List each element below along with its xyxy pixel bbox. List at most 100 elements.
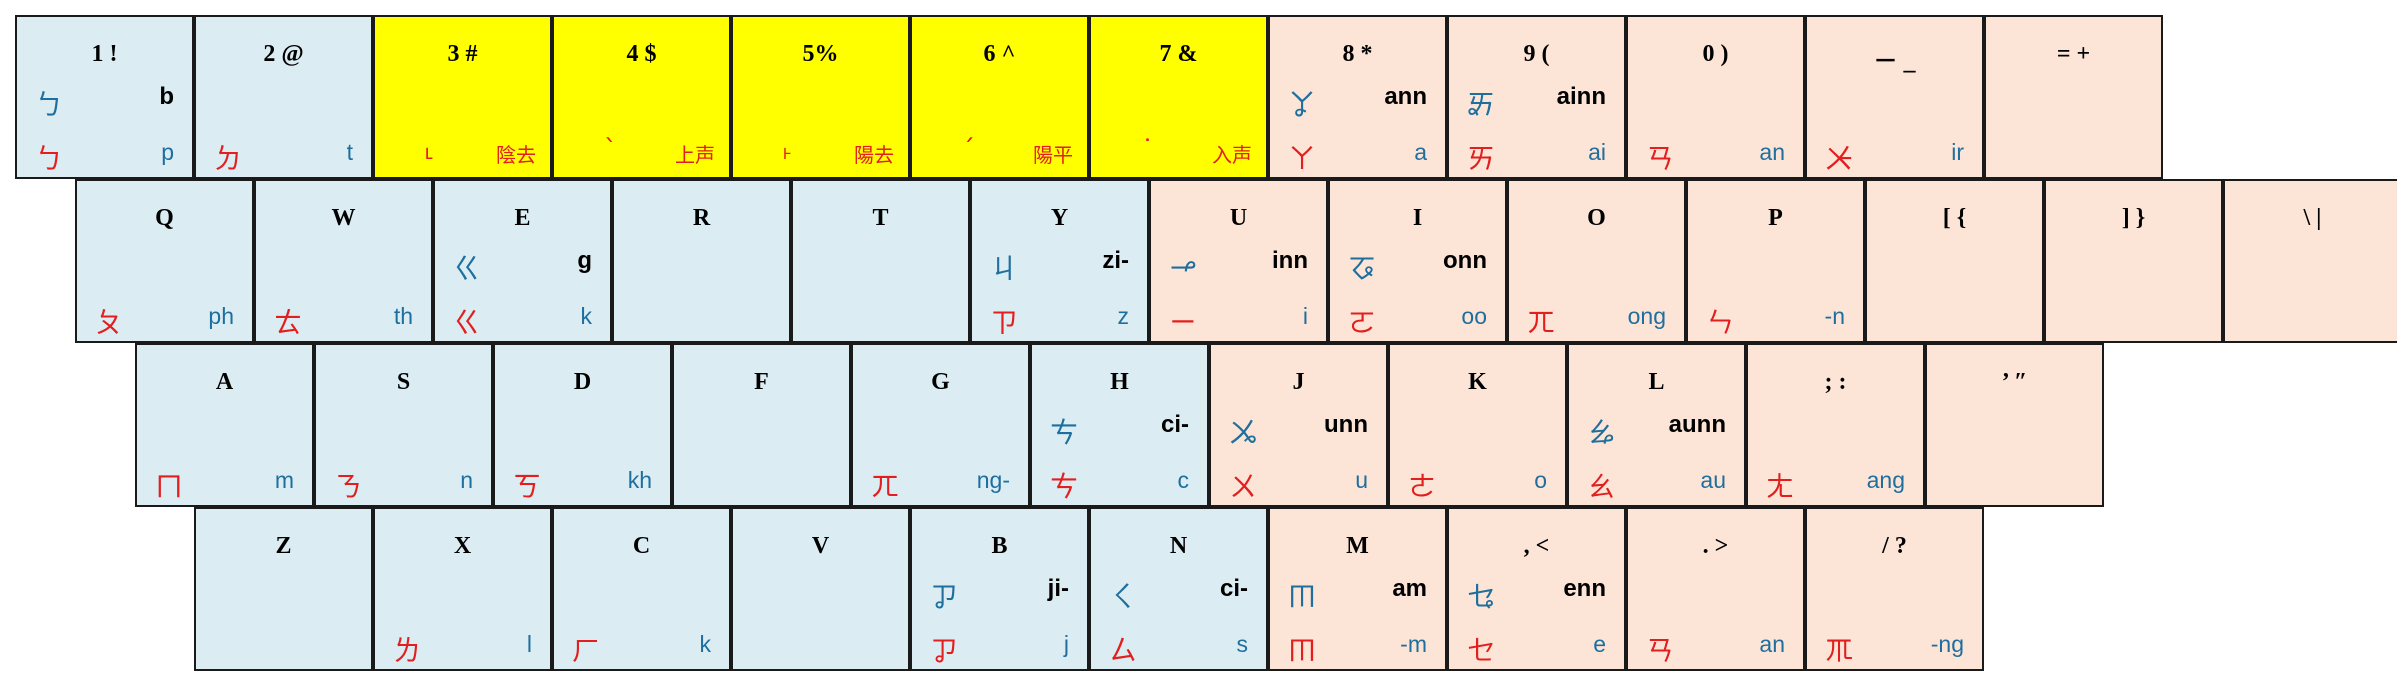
bopomofo-symbol: ㆨ (1825, 142, 1854, 175)
bopomofo-symbol: ㄢ (1646, 634, 1675, 667)
tone-mark: ˫ (783, 136, 792, 166)
key-n[interactable]: N ㄑ ci- ㄙ s (1089, 507, 1268, 671)
key-label: L (1648, 369, 1665, 395)
key-minus[interactable]: － _ ㆨ ir (1805, 15, 1984, 179)
key-o[interactable]: O ㄫ ong (1507, 179, 1686, 343)
nasal-symbol: ㆪ (1169, 252, 1198, 285)
key-9[interactable]: 9 (ㆮ ainn ㄞ ai (1447, 15, 1626, 179)
key-comma[interactable]: , < ㆥ enn ㆤ e (1447, 507, 1626, 671)
key-i[interactable]: I ㆧ onn ㄛ oo (1328, 179, 1507, 343)
romanization: au (1700, 467, 1726, 493)
key-5[interactable]: 5% ˫ 陽去 (731, 15, 910, 179)
nasal-romanization: onn (1443, 247, 1487, 274)
key-j[interactable]: J ㆫ unn ㄨ u (1209, 343, 1388, 507)
nasal-symbol: ㆥ (1467, 580, 1496, 613)
key-quote[interactable]: ’ ″ (1925, 343, 2104, 507)
key-lbracket[interactable]: [ { (1865, 179, 2044, 343)
key-c[interactable]: C ㄏ k (552, 507, 731, 671)
key-backslash[interactable]: \ | (2223, 179, 2397, 343)
key-p[interactable]: P ㄣ -n (1686, 179, 1865, 343)
key-semicolon[interactable]: ; : ㄤ ang (1746, 343, 1925, 507)
key-label: 8 * (1342, 41, 1373, 67)
key-equal[interactable]: = + (1984, 15, 2163, 179)
key-label: 0 ) (1702, 41, 1729, 67)
nasal-symbol: ㆧ (1348, 252, 1377, 285)
key-3[interactable]: 3 # ˪ 陰去 (373, 15, 552, 179)
nasal-symbol: ㆫ (1229, 416, 1258, 449)
bopomofo-symbol: ㄆ (95, 306, 124, 339)
key-w[interactable]: W ㄊ th (254, 179, 433, 343)
bopomofo-symbol: ㄣ (1706, 306, 1735, 339)
tone-name: 入声 (1212, 143, 1252, 167)
romanization: l (526, 631, 532, 657)
key-t[interactable]: T (791, 179, 970, 343)
romanization: ph (208, 303, 234, 329)
key-label: [ { (1942, 205, 1967, 231)
key-e[interactable]: E ㄍ g ㄍ k (433, 179, 612, 343)
nasal-romanization: zi- (1102, 247, 1129, 274)
key-v[interactable]: V (731, 507, 910, 671)
key-label: H (1110, 369, 1129, 395)
nasal-romanization: g (577, 247, 592, 274)
key-label: R (692, 205, 711, 231)
key-0[interactable]: 0 ) ㄢ an (1626, 15, 1805, 179)
nasal-romanization: enn (1563, 575, 1606, 602)
nasal-symbol: ㄐ (990, 252, 1019, 285)
romanization: kh (627, 467, 652, 493)
key-label: N (1169, 533, 1188, 559)
key-label: T (872, 205, 889, 231)
key-8[interactable]: 8 * ㆩ ann ㄚ a (1268, 15, 1447, 179)
key-q[interactable]: Q ㄆ ph (75, 179, 254, 343)
key-y[interactable]: Y ㄐ zi- ㄗ z (970, 179, 1149, 343)
key-r[interactable]: R (612, 179, 791, 343)
key-a[interactable]: A ㄇ m (135, 343, 314, 507)
romanization: k (580, 303, 593, 329)
key-6[interactable]: 6 ^ ˊ 陽平 (910, 15, 1089, 179)
tone-mark: ˪ (425, 136, 434, 166)
bopomofo-symbol: ㄙ (1109, 634, 1138, 667)
nasal-symbol: ㄅ (35, 88, 64, 121)
key-label: － _ (1873, 49, 1916, 75)
bopomofo-symbol: ㆡ (930, 634, 959, 667)
nasal-symbol: ㄍ (453, 252, 482, 285)
key-k[interactable]: K ㄜ o (1388, 343, 1567, 507)
key-2[interactable]: 2 @ ㄉ t (194, 15, 373, 179)
bopomofo-symbol: ㄋ (334, 470, 363, 503)
key-label: A (215, 369, 234, 395)
key-m[interactable]: M ㆬ am ㆬ -m (1268, 507, 1447, 671)
key-label: ’ ″ (2001, 369, 2028, 395)
key-f[interactable]: F (672, 343, 851, 507)
key-7[interactable]: 7 & ˙ 入声 (1089, 15, 1268, 179)
romanization: e (1593, 631, 1606, 657)
romanization: k (699, 631, 712, 657)
bopomofo-symbol: ㄫ (871, 470, 900, 503)
key-period[interactable]: . > ㄢ an (1626, 507, 1805, 671)
key-g[interactable]: G ㄫ ng- (851, 343, 1030, 507)
key-rbracket[interactable]: ] } (2044, 179, 2223, 343)
key-label: U (1229, 205, 1248, 231)
key-label: D (573, 369, 592, 395)
key-z[interactable]: Z (194, 507, 373, 671)
tone-mark: ˙ (1141, 135, 1154, 165)
key-h[interactable]: H ㄘ ci- ㄘ c (1030, 343, 1209, 507)
nasal-symbol: ㆯ (1587, 416, 1616, 449)
romanization: j (1063, 631, 1069, 657)
key-label: F (754, 369, 769, 395)
key-l[interactable]: L ㆯ aunn ㄠ au (1567, 343, 1746, 507)
romanization: i (1302, 303, 1308, 329)
key-slash[interactable]: / ? ㆭ -ng (1805, 507, 1984, 671)
key-4[interactable]: 4 $ ˋ 上声 (552, 15, 731, 179)
romanization: t (346, 139, 353, 165)
bopomofo-symbol: ㄧ (1169, 306, 1198, 339)
key-label: Y (1050, 205, 1069, 231)
key-d[interactable]: D ㄎ kh (493, 343, 672, 507)
key-x[interactable]: X ㄌ l (373, 507, 552, 671)
key-u[interactable]: U ㆪ inn ㄧ i (1149, 179, 1328, 343)
nasal-romanization: aunn (1668, 411, 1726, 438)
key-s[interactable]: S ㄋ n (314, 343, 493, 507)
key-label: 7 & (1159, 41, 1198, 67)
key-1[interactable]: 1 ! ㄅ b ㄅ p (15, 15, 194, 179)
romanization: s (1236, 631, 1249, 657)
key-b[interactable]: B ㆡ ji- ㆡ j (910, 507, 1089, 671)
bopomofo-symbol: ㄍ (453, 306, 482, 339)
